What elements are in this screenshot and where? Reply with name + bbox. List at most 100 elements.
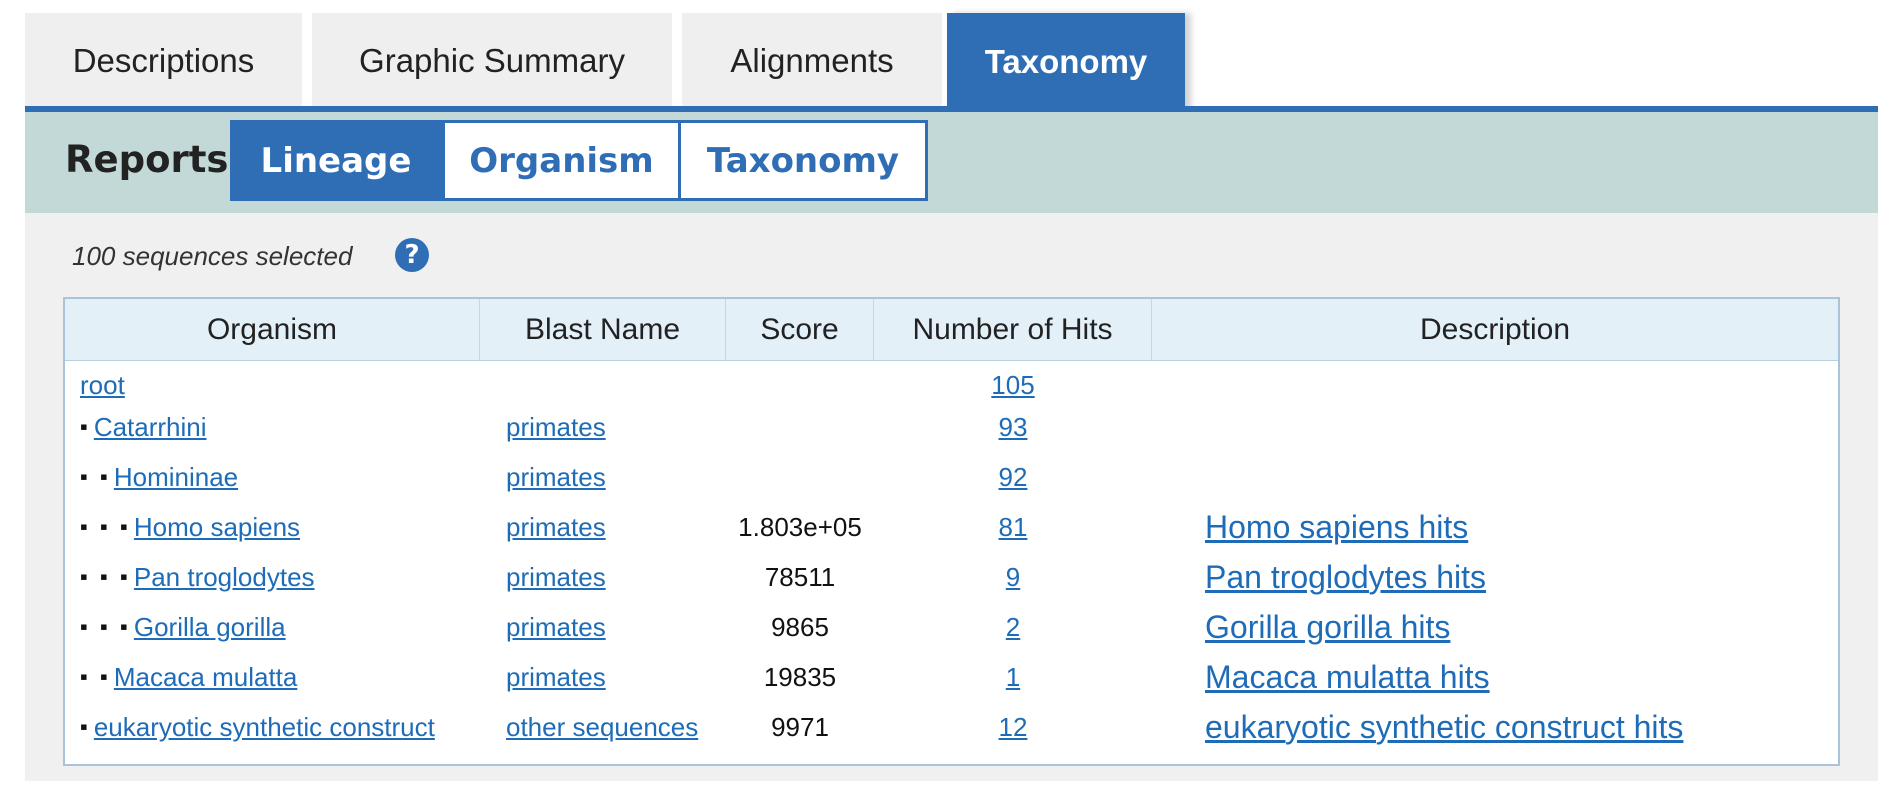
description-cell: eukaryotic synthetic construct hits xyxy=(1205,704,1683,750)
blast-name-link[interactable]: other sequences xyxy=(506,712,698,743)
blast-name-cell: primates xyxy=(506,554,606,600)
organism-cell: root xyxy=(80,362,125,408)
score-cell xyxy=(726,404,874,450)
description-link[interactable]: Homo sapiens hits xyxy=(1205,509,1468,546)
description-cell: Pan troglodytes hits xyxy=(1205,554,1486,600)
organism-link[interactable]: root xyxy=(80,370,125,401)
tree-depth-marker: ▪ ▪ xyxy=(80,464,108,489)
organism-cell: ▪ ▪ ▪ Pan troglodytes xyxy=(80,554,315,600)
report-lineage-button[interactable]: Lineage xyxy=(230,120,442,201)
table-row: ▪ ▪ Macaca mulatta primates 19835 1 Macaca mu… xyxy=(65,654,1838,700)
description-link[interactable]: Gorilla gorilla hits xyxy=(1205,609,1450,646)
blast-name-cell: primates xyxy=(506,454,606,500)
reports-bar: Reports Lineage Organism Taxonomy xyxy=(25,112,1878,213)
blast-name-link[interactable]: primates xyxy=(506,512,606,543)
hits-link[interactable]: 12 xyxy=(999,712,1028,743)
report-lineage-label: Lineage xyxy=(260,140,412,181)
score-cell: 19835 xyxy=(763,661,837,692)
hits-cell: 12 xyxy=(874,704,1152,750)
table-row: root 105 xyxy=(65,362,1838,408)
organism-cell: ▪ ▪ Homininae xyxy=(80,454,238,500)
hits-cell: 2 xyxy=(874,604,1152,650)
hits-link[interactable]: 105 xyxy=(991,370,1034,401)
table-row: ▪ eukaryotic synthetic construct other seq… xyxy=(65,704,1838,750)
table-row: ▪ Catarrhini primates 93 xyxy=(65,404,1838,450)
blast-name-cell: primates xyxy=(506,504,606,550)
blast-name-cell: primates xyxy=(506,604,606,650)
hits-cell: 1 xyxy=(874,654,1152,700)
organism-link[interactable]: Homo sapiens xyxy=(134,512,300,543)
description-link[interactable]: Pan troglodytes hits xyxy=(1205,559,1486,596)
header-description: Description xyxy=(1419,312,1571,346)
lineage-report-panel: 100 sequences selected ? Organism Blast … xyxy=(25,213,1878,781)
tree-depth-marker: ▪ ▪ ▪ xyxy=(80,514,128,539)
table-header: Organism Blast Name Score Number of Hits… xyxy=(65,299,1838,361)
report-taxonomy-button[interactable]: Taxonomy xyxy=(678,120,928,201)
organism-link[interactable]: eukaryotic synthetic construct xyxy=(94,712,435,743)
organism-link[interactable]: Pan troglodytes xyxy=(134,562,315,593)
score-cell: 9971 xyxy=(771,711,829,742)
tree-depth-marker: ▪ xyxy=(80,714,88,739)
organism-link[interactable]: Gorilla gorilla xyxy=(134,612,286,643)
organism-cell: ▪ eukaryotic synthetic construct xyxy=(80,704,435,750)
question-circle-icon[interactable]: ? xyxy=(395,238,429,272)
tab-alignments[interactable]: Alignments xyxy=(682,13,942,109)
blast-name-link[interactable]: primates xyxy=(506,612,606,643)
table-row: ▪ ▪ ▪ Homo sapiens primates 1.803e+05 81 Homo… xyxy=(65,504,1838,550)
hits-cell: 105 xyxy=(874,362,1152,408)
blast-name-cell: primates xyxy=(506,654,606,700)
organism-link[interactable]: Homininae xyxy=(114,462,238,493)
blast-name-link[interactable]: primates xyxy=(506,662,606,693)
organism-link[interactable]: Macaca mulatta xyxy=(114,662,298,693)
tab-graphic-summary-label: Graphic Summary xyxy=(359,42,625,79)
tab-descriptions[interactable]: Descriptions xyxy=(25,13,302,109)
description-link[interactable]: eukaryotic synthetic construct hits xyxy=(1205,709,1683,746)
header-organism: Organism xyxy=(65,299,480,360)
organism-cell: ▪ ▪ ▪ Homo sapiens xyxy=(80,504,300,550)
hits-link[interactable]: 81 xyxy=(999,512,1028,543)
hits-cell: 81 xyxy=(874,504,1152,550)
result-tabs: Descriptions Graphic Summary Alignments … xyxy=(25,13,1878,111)
score-cell: 78511 xyxy=(764,561,836,592)
report-organism-label: Organism xyxy=(469,140,654,181)
tree-depth-marker: ▪ xyxy=(80,414,88,439)
tree-depth-marker: ▪ ▪ ▪ xyxy=(80,614,128,639)
lineage-table: Organism Blast Name Score Number of Hits… xyxy=(63,297,1840,766)
hits-link[interactable]: 9 xyxy=(1006,562,1020,593)
blast-name-cell: primates xyxy=(506,404,606,450)
hits-cell: 93 xyxy=(874,404,1152,450)
hits-cell: 92 xyxy=(874,454,1152,500)
organism-link[interactable]: Catarrhini xyxy=(94,412,207,443)
sequences-selected-text: 100 sequences selected xyxy=(72,241,353,271)
table-row: ▪ ▪ ▪ Pan troglodytes primates 78511 9 Pan tr… xyxy=(65,554,1838,600)
hits-cell: 9 xyxy=(874,554,1152,600)
tab-descriptions-label: Descriptions xyxy=(72,42,255,79)
hits-link[interactable]: 92 xyxy=(999,462,1028,493)
tree-depth-marker: ▪ ▪ ▪ xyxy=(80,564,128,589)
table-row: ▪ ▪ Homininae primates 92 xyxy=(65,454,1838,500)
description-cell: Gorilla gorilla hits xyxy=(1205,604,1450,650)
tab-taxonomy[interactable]: Taxonomy xyxy=(947,13,1185,111)
score-cell xyxy=(726,362,874,408)
tab-graphic-summary[interactable]: Graphic Summary xyxy=(312,13,672,109)
tree-depth-marker: ▪ ▪ xyxy=(80,664,108,689)
report-taxonomy-label: Taxonomy xyxy=(706,140,900,181)
description-cell: Macaca mulatta hits xyxy=(1205,654,1490,700)
table-row: ▪ ▪ ▪ Gorilla gorilla primates 9865 2 Gorilla… xyxy=(65,604,1838,650)
hits-link[interactable]: 1 xyxy=(1006,662,1020,693)
score-cell xyxy=(726,454,874,500)
tab-taxonomy-label: Taxonomy xyxy=(984,43,1148,80)
description-link[interactable]: Macaca mulatta hits xyxy=(1205,659,1490,696)
blast-name-link[interactable]: primates xyxy=(506,412,606,443)
blast-name-link[interactable]: primates xyxy=(506,462,606,493)
hits-link[interactable]: 2 xyxy=(1006,612,1020,643)
blast-name-link[interactable]: primates xyxy=(506,562,606,593)
score-cell: 1.803e+05 xyxy=(738,511,862,542)
hits-link[interactable]: 93 xyxy=(999,412,1028,443)
score-cell: 9865 xyxy=(771,611,829,642)
description-cell: Homo sapiens hits xyxy=(1205,504,1468,550)
report-organism-button[interactable]: Organism xyxy=(442,120,681,201)
header-blast-name: Blast Name xyxy=(480,299,726,360)
header-number-of-hits: Number of Hits xyxy=(874,299,1152,360)
tab-alignments-label: Alignments xyxy=(730,42,894,79)
